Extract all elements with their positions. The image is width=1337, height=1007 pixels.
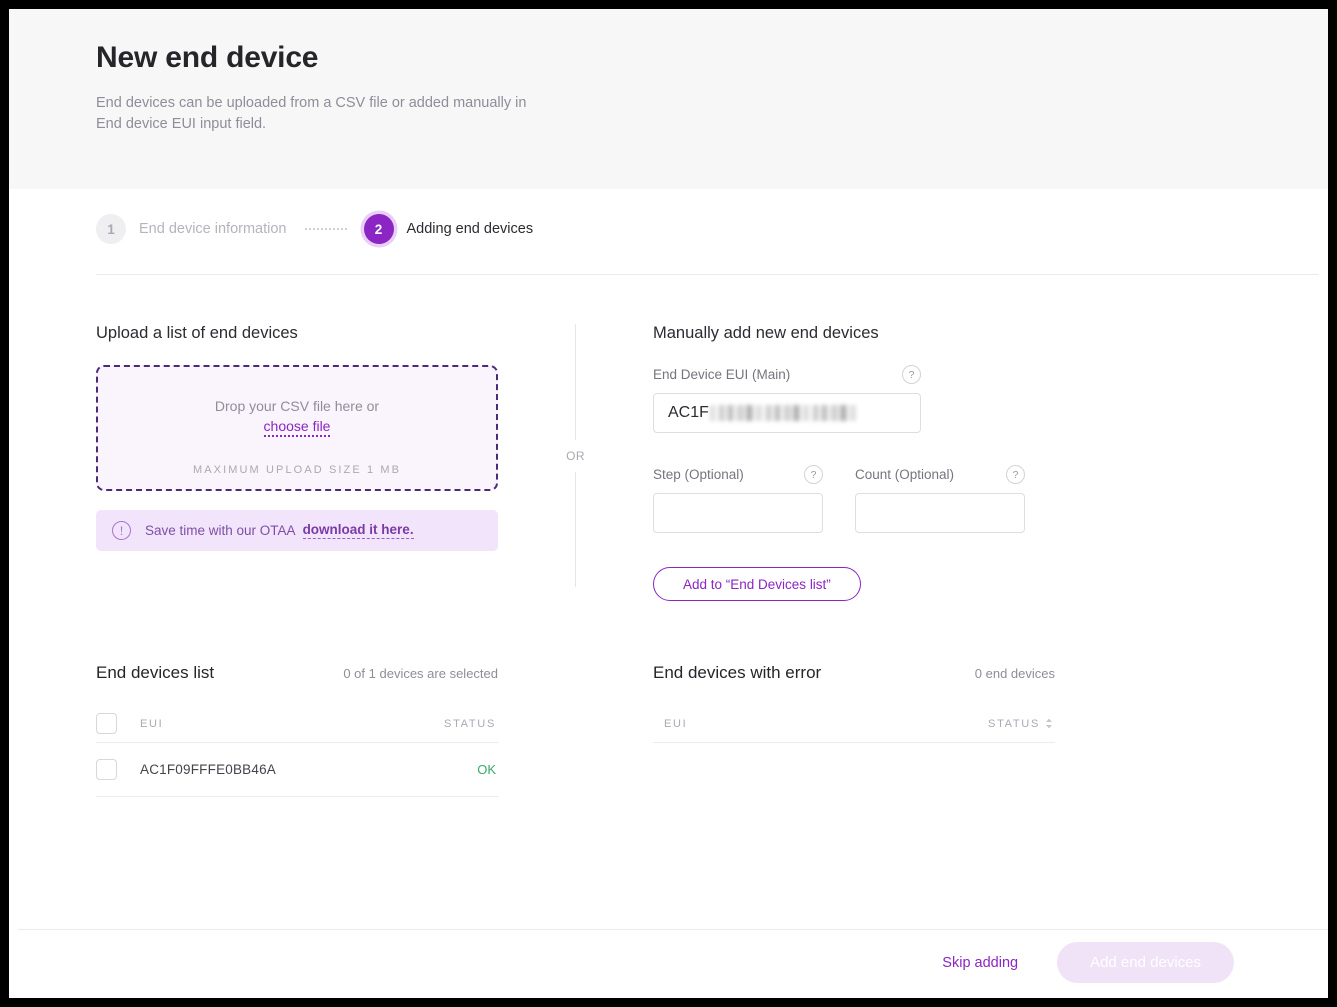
column-header-status-label: STATUS [444,717,496,730]
page-root: New end device End devices can be upload… [9,9,1328,998]
step-field: Step (Optional) ? [653,465,823,533]
page-header: New end device End devices can be upload… [9,9,1328,189]
add-end-devices-button[interactable]: Add end devices [1057,942,1234,983]
or-line-bottom [575,472,576,587]
step-label: Step (Optional) [653,467,744,482]
end-device-eui-value: AC1F [668,404,709,421]
redacted-eui-blur [709,405,856,421]
page-subtitle: End devices can be uploaded from a CSV f… [96,95,527,132]
table-row[interactable]: AC1F09FFFE0BB46A OK [96,743,498,797]
upload-heading: Upload a list of end devices [96,324,298,342]
error-column-header-status[interactable]: STATUS [988,718,1055,730]
step-2-label: Adding end devices [406,221,534,237]
count-field: Count (Optional) ? [855,465,1025,533]
max-upload-size-note: MAXIMUM UPLOAD SIZE 1 MB [192,464,402,476]
step-1-number: 1 [96,214,126,244]
end-devices-list-table: End devices list 0 of 1 devices are sele… [96,663,498,797]
or-label: OR [566,449,585,463]
end-devices-list-title: End devices list [96,663,215,682]
help-icon-step[interactable]: ? [804,465,823,484]
column-header-status[interactable]: STATUS [444,718,498,730]
step-2-number: 2 [363,214,394,244]
screenshot-frame: New end device End devices can be upload… [0,0,1337,1007]
error-column-header-status-label: STATUS [988,717,1040,730]
or-line-top [575,324,576,440]
table-header-row: EUI STATUS [96,705,498,743]
error-table-header-row: EUI STATUS [653,705,1055,743]
select-all-checkbox[interactable] [96,713,117,734]
otaa-notice: ! Save time with our OTAA download it he… [96,510,498,551]
dropzone-instruction: Drop your CSV file here or [214,398,380,414]
row-checkbox[interactable] [96,759,117,780]
end-device-eui-field: End Device EUI (Main) ? AC1F [653,365,921,433]
skip-adding-button[interactable]: Skip adding [940,951,1020,975]
exclamation-circle-icon: ! [112,521,131,540]
row-eui-value: AC1F09FFFE0BB46A [140,762,277,777]
wizard-stepper: 1 End device information 2 Adding end de… [9,189,1328,274]
error-table-title: End devices with error [653,663,822,682]
csv-dropzone[interactable]: Drop your CSV file here or choose file M… [96,365,498,491]
footer-actions: Skip adding Add end devices [940,930,1234,995]
step-input[interactable] [653,493,823,533]
sort-chevron-icon[interactable] [1045,718,1053,729]
error-table-count: 0 end devices [974,666,1055,681]
otaa-notice-text: Save time with our OTAA [145,523,296,538]
row-status-badge: OK [477,762,496,777]
count-label: Count (Optional) [855,467,955,482]
help-icon-eui[interactable]: ? [902,365,921,384]
row-select-cell [96,759,140,780]
step-1-label: End device information [139,221,287,237]
help-icon-count[interactable]: ? [1006,465,1025,484]
end-device-eui-input[interactable]: AC1F [653,393,921,433]
error-column-header-eui[interactable]: EUI [664,718,988,730]
manual-add-section: Manually add new end devices End Device … [653,324,1328,601]
tables-gap [498,663,653,797]
stepper-connector [304,228,347,230]
end-devices-with-error-table: End devices with error 0 end devices EUI… [653,663,1055,797]
add-to-end-devices-list-button[interactable]: Add to “End Devices list” [653,567,861,601]
end-devices-list-count: 0 of 1 devices are selected [343,666,498,681]
page-title: New end device [96,41,319,74]
column-header-eui[interactable]: EUI [140,718,444,730]
choose-file-link[interactable]: choose file [263,418,331,437]
step-2-adding-end-devices[interactable]: 2 Adding end devices [363,214,534,244]
tables-section: End devices list 0 of 1 devices are sele… [9,601,1328,797]
main-content: Upload a list of end devices Drop your C… [9,275,1328,601]
or-divider: OR [498,324,653,601]
end-device-eui-label: End Device EUI (Main) [653,367,791,382]
manual-heading: Manually add new end devices [653,324,879,342]
select-all-cell [96,713,140,734]
otaa-download-link[interactable]: download it here. [302,522,414,539]
step-1-end-device-information[interactable]: 1 End device information [96,214,287,244]
count-input[interactable] [855,493,1025,533]
upload-section: Upload a list of end devices Drop your C… [96,324,498,601]
